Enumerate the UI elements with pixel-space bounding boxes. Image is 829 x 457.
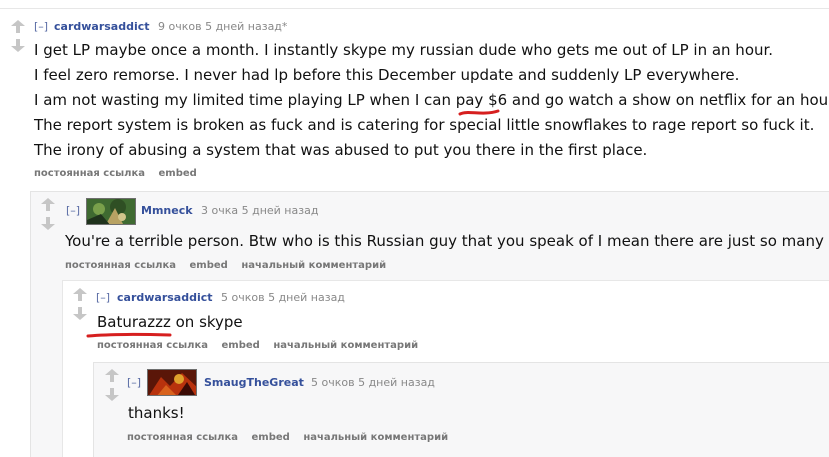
vote-controls [39, 198, 57, 232]
downvote-icon[interactable] [11, 39, 25, 52]
avatar-image[interactable] [86, 198, 136, 225]
comment-line: The report system is broken as fuck and … [34, 116, 815, 134]
upvote-icon[interactable] [73, 288, 87, 301]
comment-actions: постоянная ссылка embed начальный коммен… [127, 431, 458, 445]
comment-actions: постоянная ссылка embed [34, 167, 207, 181]
parent-comment-link[interactable]: начальный комментарий [273, 339, 418, 353]
avatar-image[interactable] [147, 369, 197, 396]
parent-comment-link[interactable]: начальный комментарий [241, 259, 386, 273]
comment-body: thanks! [128, 401, 185, 426]
embed-link[interactable]: embed [190, 259, 228, 273]
score-and-time: 3 очка 5 дней назад [201, 204, 319, 217]
downvote-icon[interactable] [105, 388, 119, 401]
collapse-button[interactable]: [–] [34, 20, 48, 34]
comment-body: Baturazzz on skype [97, 310, 243, 335]
reddit-comment-thread: [–] cardwarsaddict 9 очков 5 дней назад*… [0, 0, 829, 457]
comment-line: You're a terrible person. Btw who is thi… [65, 232, 824, 250]
author-link[interactable]: cardwarsaddict [54, 20, 150, 34]
permalink-link[interactable]: постоянная ссылка [65, 259, 176, 273]
comment-line: Baturazzz on skype [97, 313, 243, 331]
embed-link[interactable]: embed [252, 431, 290, 445]
upvote-icon[interactable] [11, 20, 25, 33]
upvote-icon[interactable] [41, 198, 55, 211]
embed-link[interactable]: embed [159, 167, 197, 181]
permalink-link[interactable]: постоянная ссылка [127, 431, 238, 445]
author-link[interactable]: SmaugTheGreat [204, 376, 304, 390]
permalink-link[interactable]: постоянная ссылка [34, 167, 145, 181]
comment-line: thanks! [128, 404, 185, 422]
permalink-link[interactable]: постоянная ссылка [97, 339, 208, 353]
comment-actions: постоянная ссылка embed начальный коммен… [65, 259, 396, 273]
author-link[interactable]: Mmneck [141, 204, 193, 218]
score-and-time: 5 очков 5 дней назад [311, 376, 435, 389]
comment-line: I am not wasting my limited time playing… [34, 91, 829, 109]
collapse-button[interactable]: [–] [96, 291, 110, 305]
author-link[interactable]: cardwarsaddict [117, 291, 213, 305]
comment-body: I get LP maybe once a month. I instantly… [34, 38, 829, 163]
comment-actions: постоянная ссылка embed начальный коммен… [97, 339, 428, 353]
comment-line: I get LP maybe once a month. I instantly… [34, 41, 774, 59]
vote-controls [103, 369, 121, 403]
collapse-button[interactable]: [–] [66, 204, 80, 218]
vote-controls [71, 288, 89, 322]
parent-comment-link[interactable]: начальный комментарий [303, 431, 448, 445]
downvote-icon[interactable] [41, 217, 55, 230]
comment-smaugthegreat: [–] SmaugTheGreat 5 очков 5 дней назад t… [93, 362, 829, 457]
score-and-time: 9 очков 5 дней назад* [158, 20, 288, 33]
upvote-icon[interactable] [105, 369, 119, 382]
comment-line: The irony of abusing a system that was a… [34, 141, 648, 159]
comment-body: You're a terrible person. Btw who is thi… [65, 229, 824, 254]
downvote-icon[interactable] [73, 307, 87, 320]
comment-line: I feel zero remorse. I never had lp befo… [34, 66, 740, 84]
vote-controls [9, 20, 27, 54]
embed-link[interactable]: embed [222, 339, 260, 353]
collapse-button[interactable]: [–] [127, 376, 141, 390]
score-and-time: 5 очков 5 дней назад [221, 291, 345, 304]
